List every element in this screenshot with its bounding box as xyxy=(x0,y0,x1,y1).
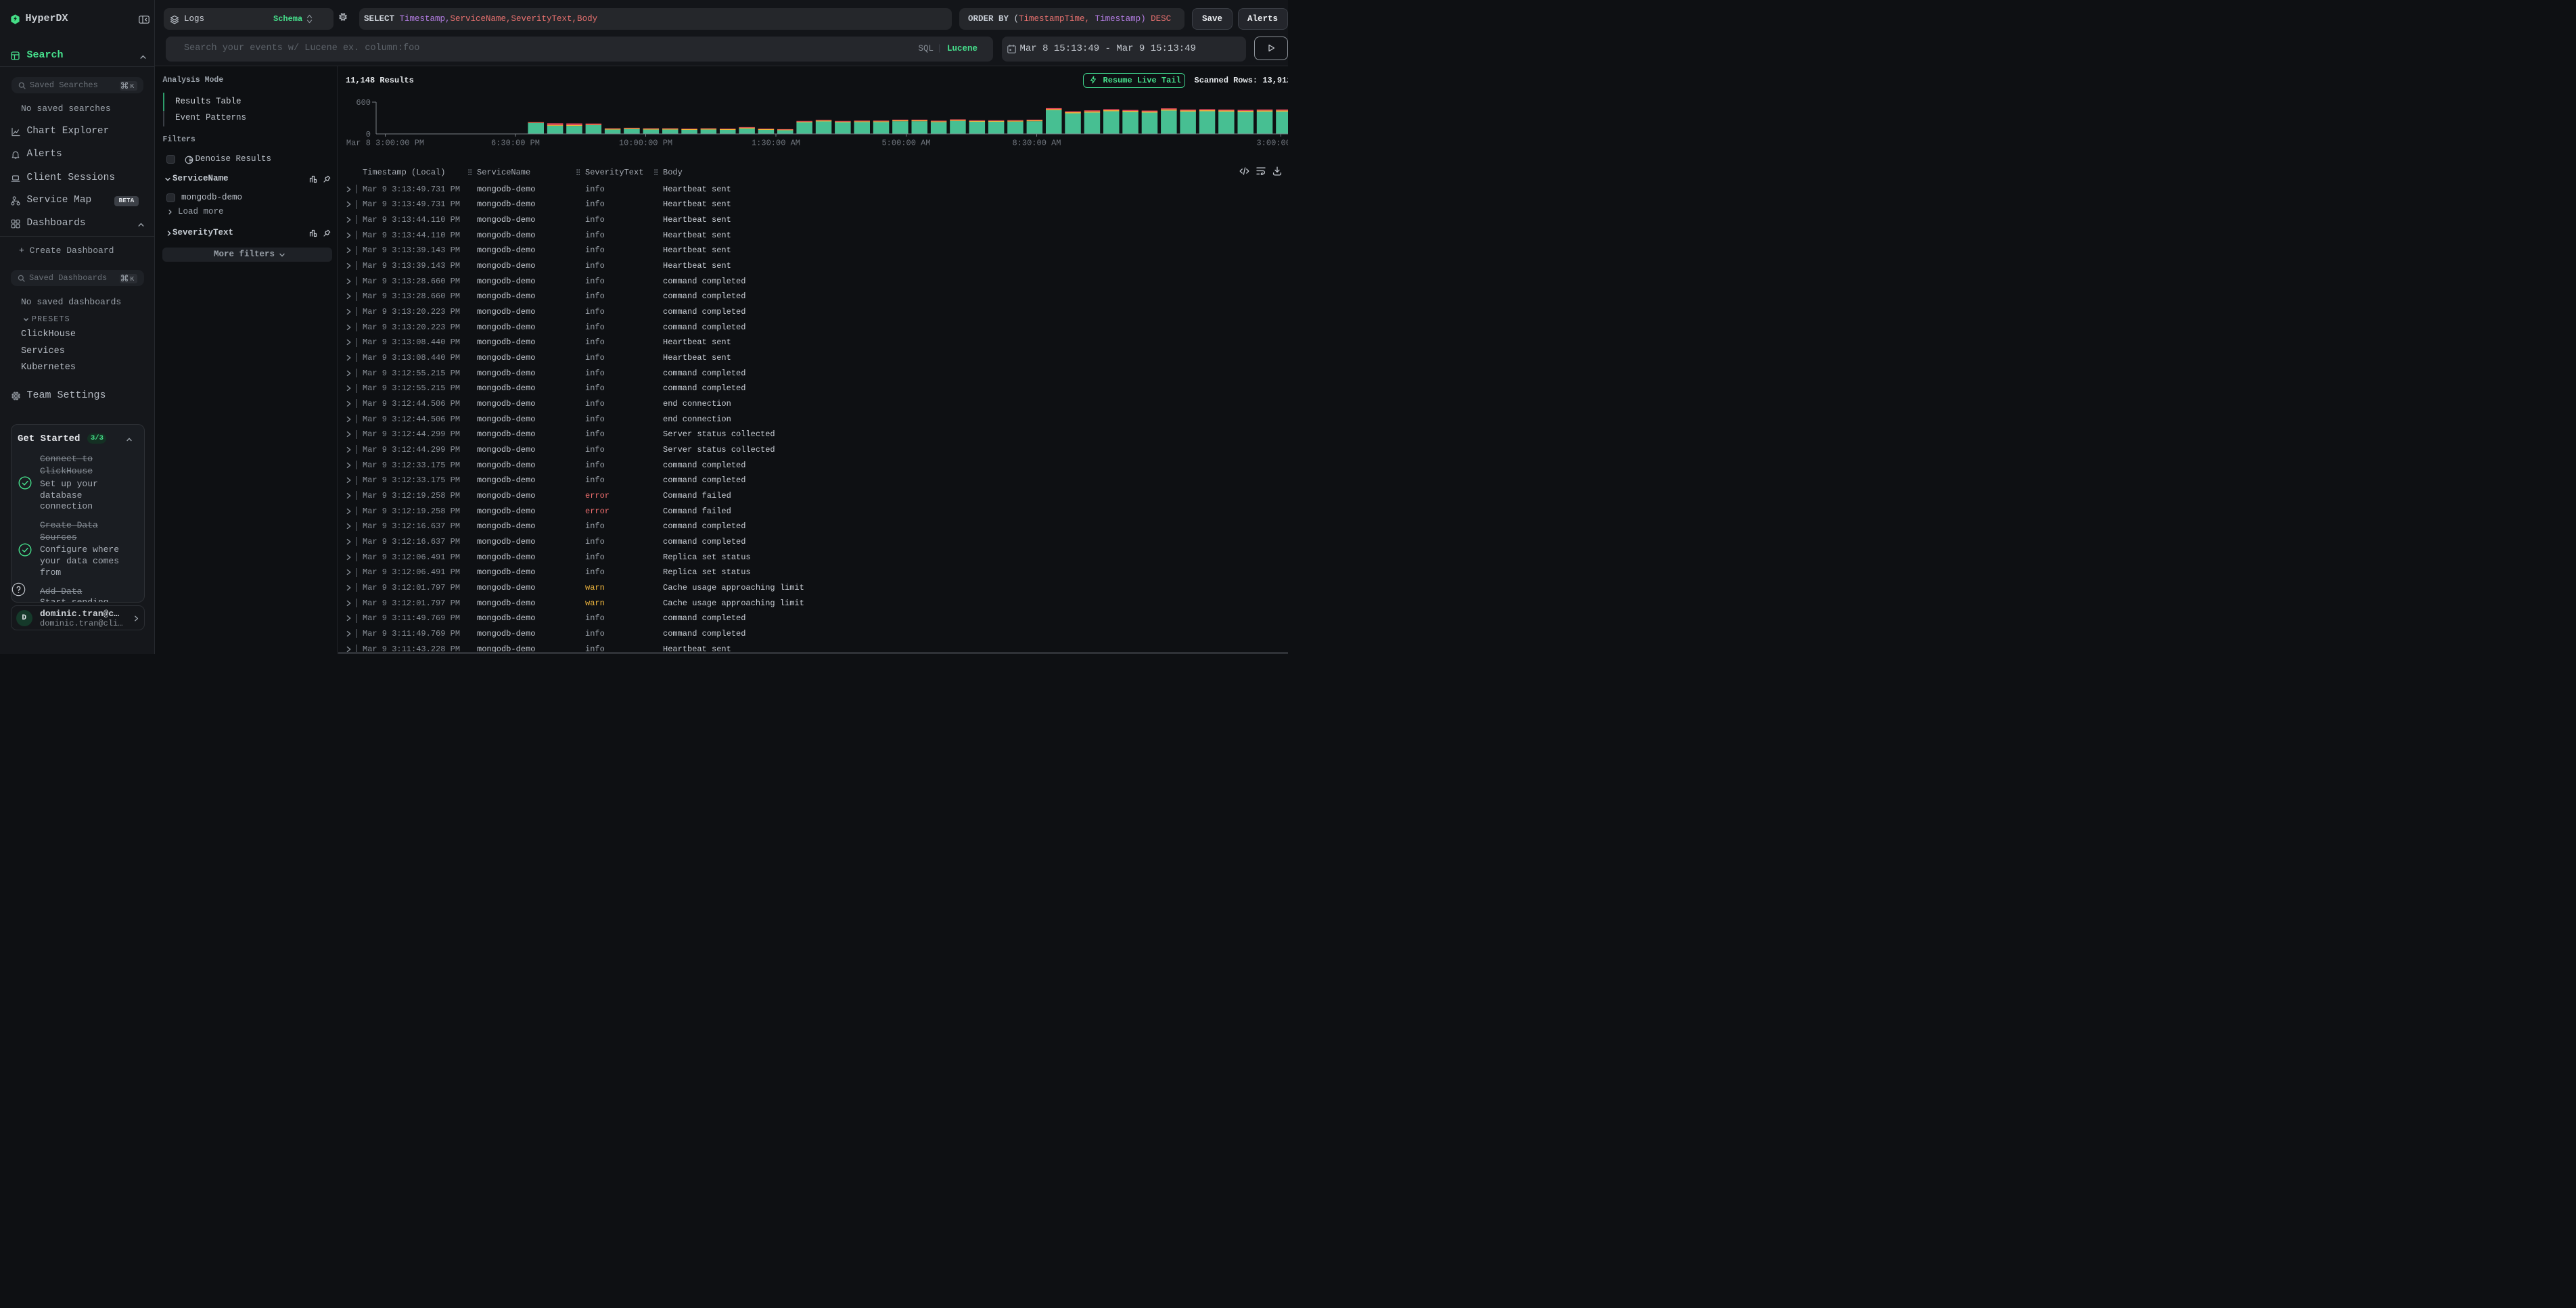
svg-text:8:30:00 AM: 8:30:00 AM xyxy=(1012,139,1061,148)
svg-text:3:00:00 PM: 3:00:00 PM xyxy=(1256,139,1288,148)
svg-text:10:00:00 PM: 10:00:00 PM xyxy=(619,139,672,148)
svg-text:1:30:00 AM: 1:30:00 AM xyxy=(752,139,800,148)
svg-text:K: K xyxy=(131,83,135,90)
svg-text:Mar 8 3:00:00 PM: Mar 8 3:00:00 PM xyxy=(346,139,424,148)
svg-text:600: 600 xyxy=(356,98,371,108)
svg-text:5:00:00 AM: 5:00:00 AM xyxy=(881,139,930,148)
svg-text:6:30:00 PM: 6:30:00 PM xyxy=(491,139,540,148)
svg-text:K: K xyxy=(131,275,135,283)
